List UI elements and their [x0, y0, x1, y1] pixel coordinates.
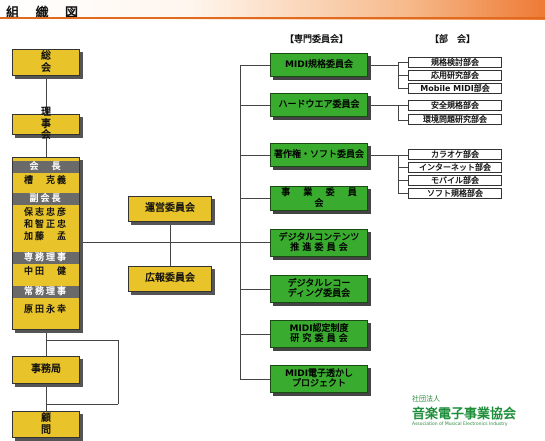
connector-line	[398, 180, 408, 181]
connector-line	[398, 167, 408, 168]
subcommittee-box: 規格検討部会	[408, 57, 502, 68]
org-chart: 組 織 図 総 会 理 事 会 会 長 槽 克義 副会長 保志忠彦 和智正忠 加…	[0, 0, 545, 441]
subcommittee-box: Mobile MIDI部会	[408, 83, 502, 94]
title-bar: 組 織 図	[0, 0, 545, 21]
connector-line	[46, 404, 118, 405]
connector-line	[240, 334, 270, 335]
board-box: 理 事 会	[12, 107, 80, 141]
connector-line	[240, 65, 241, 379]
officer-role: 常務理事	[13, 286, 79, 298]
committee-copyright-software: 著作権・ソフト委員会	[270, 143, 368, 167]
connector-line	[398, 105, 399, 120]
connector-line	[240, 65, 270, 66]
connector-line	[368, 155, 398, 156]
subcommittee-label: 環境問題研究部会	[423, 114, 487, 124]
connector-line	[46, 384, 47, 411]
committee-label: MIDI規格委員会	[284, 59, 354, 70]
steering-committee-label: 運営委員会	[145, 203, 195, 215]
committee-label: 事 業 委 員 会	[281, 188, 362, 209]
secretariat-label: 事務局	[31, 364, 61, 376]
connector-line	[240, 155, 270, 156]
steering-committee-box: 運営委員会	[128, 196, 212, 222]
advisors-label: 顧 問	[41, 413, 81, 436]
connector-line	[240, 105, 270, 106]
connector-line	[398, 75, 408, 76]
subcommittee-box: 応用研究部会	[408, 70, 502, 81]
officer-name: 和智正忠	[23, 220, 68, 230]
officers-card: 会 長 槽 克義 副会長 保志忠彦 和智正忠 加藤 孟 専務理事 中田 健 常務…	[12, 157, 80, 330]
connector-line	[398, 62, 408, 63]
officer-name: 保志忠彦	[23, 208, 68, 218]
connector-line	[80, 242, 240, 243]
connector-line	[368, 105, 398, 106]
subcommittee-label: インターネット部会	[419, 162, 491, 172]
advisors-box: 顧 問	[12, 411, 80, 438]
connector-line	[240, 242, 270, 243]
officer-role: 副会長	[13, 193, 79, 205]
committees-header: 【専門委員会】	[285, 35, 349, 45]
committee-label: MIDI認定制度 研 究 委 員 会	[289, 323, 349, 344]
pr-committee-box: 広報委員会	[128, 266, 212, 292]
secretariat-box: 事務局	[12, 356, 80, 384]
subcommittee-label: 安全規格部会	[431, 100, 479, 110]
subcommittee-box: インターネット部会	[408, 162, 502, 173]
committee-midi-standards: MIDI規格委員会	[270, 53, 368, 77]
connector-line	[170, 222, 171, 266]
connector-line	[398, 155, 399, 193]
board-label: 理 事 会	[41, 107, 81, 142]
committee-digital-content: デジタルコンテンツ 推 進 委 員 会	[270, 229, 368, 257]
connector-line	[368, 65, 398, 66]
logo-english-name: Association of Musical Electronics Indus…	[412, 422, 508, 427]
committee-label: ハードウエア委員会	[278, 99, 360, 110]
committee-digital-recording: デジタルレコー ディング委員会	[270, 275, 368, 303]
committee-label: デジタルコンテンツ 推 進 委 員 会	[278, 232, 360, 253]
subcommittee-box: 安全規格部会	[408, 100, 502, 111]
connector-line	[398, 120, 408, 121]
committee-label: 著作権・ソフト委員会	[273, 149, 364, 160]
connector-line	[398, 193, 408, 194]
connector-line	[240, 198, 270, 199]
committee-midi-certification: MIDI認定制度 研 究 委 員 会	[270, 320, 368, 348]
subcommittees-header: 【部 会】	[430, 35, 476, 45]
committee-label: デジタルレコー ディング委員会	[287, 278, 351, 299]
subcommittee-label: 応用研究部会	[431, 70, 479, 80]
subcommittee-label: カラオケ部会	[431, 149, 479, 159]
general-meeting-box: 総 会	[12, 49, 80, 76]
connector-line	[240, 379, 270, 380]
connector-line	[240, 289, 270, 290]
connector-line	[398, 88, 408, 89]
committee-label: MIDI電子透かし プロジェクト	[284, 368, 354, 389]
connector-line	[118, 340, 119, 404]
officer-name: 加藤 孟	[23, 232, 68, 242]
officer-role: 専務理事	[13, 252, 79, 264]
subcommittee-box: ソフト規格部会	[408, 188, 502, 199]
title-underline	[0, 17, 545, 19]
logo-organization-name: 音楽電子事業協会	[412, 407, 517, 422]
officer-role: 会 長	[13, 161, 79, 173]
pr-committee-label: 広報委員会	[145, 273, 195, 285]
subcommittee-label: Mobile MIDI部会	[420, 83, 490, 93]
subcommittee-label: ソフト規格部会	[427, 188, 483, 198]
subcommittee-box: 環境問題研究部会	[408, 114, 502, 125]
officer-name: 原田永幸	[23, 305, 68, 315]
subcommittee-box: カラオケ部会	[408, 149, 502, 160]
connector-line	[46, 330, 47, 356]
connector-line	[46, 340, 118, 341]
committee-midi-watermark: MIDI電子透かし プロジェクト	[270, 365, 368, 393]
subcommittee-label: 規格検討部会	[431, 57, 479, 67]
committee-business: 事 業 委 員 会	[270, 186, 368, 211]
committee-hardware: ハードウエア委員会	[270, 93, 368, 117]
connector-line	[398, 105, 408, 106]
officer-name: 中田 健	[23, 267, 68, 277]
general-meeting-label: 総 会	[41, 51, 81, 74]
connector-line	[398, 155, 408, 156]
officer-name: 槽 克義	[23, 176, 68, 186]
subcommittee-box: モバイル部会	[408, 175, 502, 186]
subcommittee-label: モバイル部会	[431, 175, 479, 185]
